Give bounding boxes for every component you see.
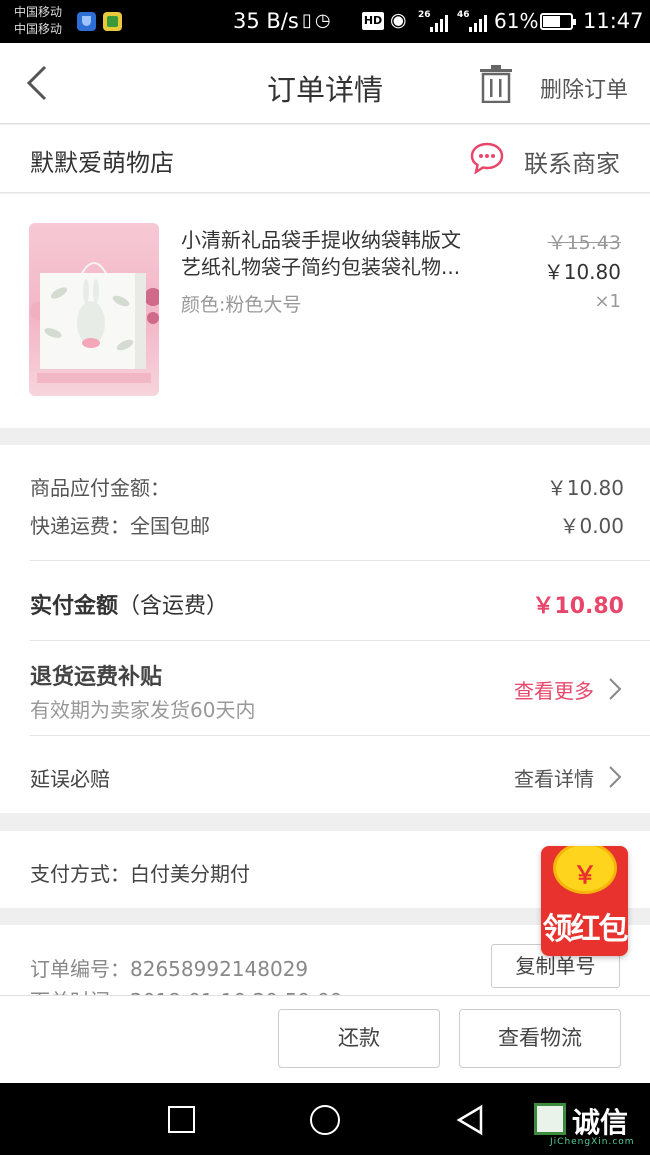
return-shipping-more-link[interactable]: 查看更多 — [484, 672, 624, 704]
paid-amount-title: 实付金额 — [30, 594, 119, 619]
nav-bar: 订单详情 删除订单 — [0, 43, 650, 124]
paid-amount-note: （含运费） — [118, 594, 229, 619]
divider — [30, 560, 650, 561]
signal-icon-1: 26 — [418, 10, 448, 32]
product-card[interactable]: 小清新礼品袋手提收纳袋韩版文 艺纸礼物袋子简约包装袋礼物... 颜色:粉色大号 … — [0, 194, 650, 428]
battery-percent: 61% — [494, 9, 539, 33]
carrier-labels: 中国移动 中国移动 — [14, 4, 62, 38]
red-packet-label: 领红包 — [542, 912, 629, 947]
order-number: 订单编号：82658992148029 — [30, 957, 309, 981]
chevron-right-icon — [609, 678, 622, 700]
view-logistics-button[interactable]: 查看物流 — [459, 1009, 621, 1068]
unit-price: ￥10.80 — [543, 260, 621, 284]
vibrate-icon: ▯ — [302, 10, 315, 31]
hd-icon: HD — [362, 12, 384, 30]
carrier-2: 中国移动 — [14, 22, 63, 36]
bottom-action-bar: 还款 查看物流 — [0, 995, 650, 1083]
shield-app-icon — [77, 12, 96, 31]
see-more-label: 查看更多 — [514, 679, 594, 703]
gift-bag-illustration — [30, 262, 159, 383]
amounts-section: 商品应付金额： ￥10.80 快递运费：全国包邮 ￥0.00 实付金额（含运费）… — [0, 445, 650, 813]
original-price: ￥15.43 — [547, 232, 621, 254]
divider — [30, 640, 650, 641]
product-title-line-1: 小清新礼品袋手提收纳袋韩版文 — [181, 228, 461, 252]
return-shipping-subtitle: 有效期为卖家发货60天内 — [30, 698, 256, 722]
repay-button[interactable]: 还款 — [278, 1009, 440, 1068]
product-title[interactable]: 小清新礼品袋手提收纳袋韩版文 艺纸礼物袋子简约包装袋礼物... — [181, 227, 501, 281]
see-details-label: 查看详情 — [514, 767, 594, 791]
shop-row[interactable]: 默默爱萌物店 联系商家 — [0, 125, 650, 193]
divider — [30, 735, 650, 736]
return-shipping-title: 退货运费补贴 — [30, 665, 163, 690]
delete-order-label: 删除订单 — [539, 78, 628, 103]
alarm-icon: ◷ — [314, 10, 334, 31]
paid-amount-label: 实付金额（含运费） — [30, 588, 228, 620]
paid-amount-value: ￥10.80 — [532, 594, 624, 619]
payment-method-label: 支付方式：白付美分期付 — [30, 862, 250, 886]
status-bar: 中国移动 中国移动 35 B/s ▯◷ HD ◉ 26 46 61% 11:47 — [0, 0, 650, 43]
goods-amount-label: 商品应付金额： — [30, 476, 170, 500]
contact-seller-button[interactable]: 联系商家 — [470, 140, 620, 178]
watermark-icon — [534, 1103, 566, 1135]
trash-icon — [480, 65, 512, 103]
battery-icon — [540, 13, 576, 30]
notification-app-icon — [103, 12, 122, 31]
delay-compensation-label: 延误必赔 — [30, 767, 110, 791]
product-image[interactable] — [29, 223, 159, 396]
goods-amount-value: ￥10.80 — [546, 476, 624, 500]
eye-icon: ◉ — [390, 9, 407, 31]
coin-icon: ￥ — [553, 846, 617, 894]
product-title-line-2: 艺纸礼物袋子简约包装袋礼物... — [181, 255, 461, 279]
delay-compensation-details-link[interactable]: 查看详情 — [484, 760, 624, 792]
shop-name: 默默爱萌物店 — [30, 149, 174, 177]
net-speed: 35 B/s — [233, 9, 299, 33]
quantity: ×1 — [594, 291, 621, 312]
signal-icon-2: 46 — [457, 10, 487, 32]
back-triangle-icon[interactable] — [455, 1104, 485, 1136]
carrier-1: 中国移动 — [14, 5, 63, 19]
home-button[interactable] — [310, 1105, 340, 1135]
order-time: 下单时间：2018-01-10 20:59:00 — [30, 985, 342, 995]
product-spec: 颜色:粉色大号 — [181, 294, 302, 316]
watermark-logo: 诚信 JiChengXin.com — [534, 1103, 646, 1151]
red-packet-button[interactable]: ￥ 领红包 — [541, 846, 628, 956]
shipping-label: 快递运费：全国包邮 — [30, 514, 210, 538]
watermark-subtext: JiChengXin.com — [550, 1137, 635, 1147]
contact-seller-label: 联系商家 — [524, 150, 620, 178]
delete-order-button[interactable]: 删除订单 — [478, 63, 628, 105]
shipping-value: ￥0.00 — [559, 514, 624, 538]
chevron-right-icon — [609, 766, 622, 788]
watermark-text: 诚信 — [572, 1106, 629, 1139]
vibrate-alarm-icons: ▯◷ — [302, 10, 334, 31]
system-navigation-bar: 诚信 JiChengXin.com — [0, 1083, 650, 1155]
chat-bubble-icon — [470, 142, 504, 174]
coin-symbol: ￥ — [573, 861, 597, 889]
clock: 11:47 — [583, 9, 644, 33]
recent-apps-button[interactable] — [168, 1106, 195, 1133]
